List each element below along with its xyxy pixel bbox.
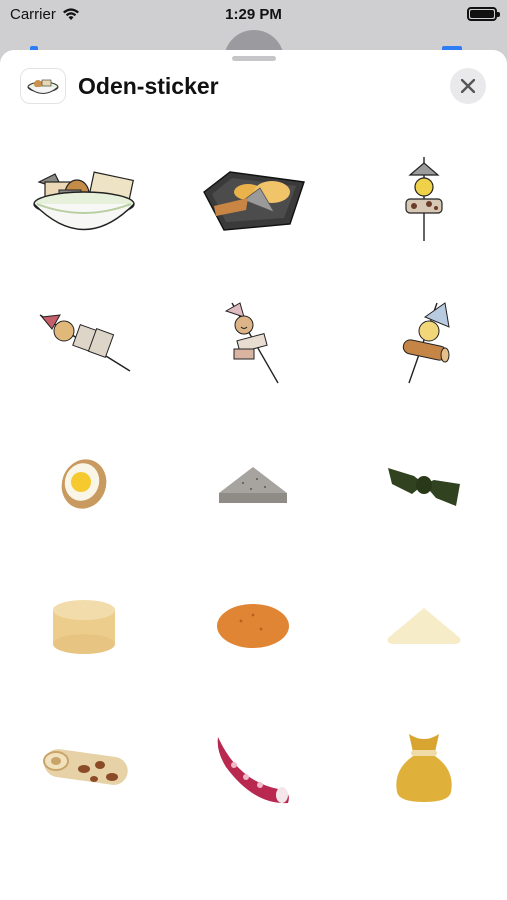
hanpen-icon — [387, 608, 461, 644]
sticker-tray-of-oden[interactable] — [193, 140, 313, 260]
skewer-konnyaku-egg-icon — [405, 157, 443, 241]
sheet-header: Oden-sticker — [20, 68, 219, 104]
kinchaku-pouch-icon — [396, 734, 452, 802]
sticker-sheet: Oden-sticker — [0, 50, 507, 900]
sheet-grabber[interactable] — [232, 56, 276, 61]
app-icon — [20, 68, 66, 104]
skewer-mixed-icon — [39, 314, 131, 372]
sticker-row — [0, 140, 507, 282]
close-icon — [461, 79, 475, 93]
sticker-konnyaku-triangle[interactable] — [193, 424, 313, 544]
sticker-bowl-of-oden[interactable] — [24, 140, 144, 260]
konnyaku-triangle-icon — [219, 467, 287, 503]
sticker-skewer-smiley[interactable] — [193, 282, 313, 402]
sticker-skewer-chikuwa[interactable] — [364, 282, 484, 402]
sticker-daikon[interactable] — [24, 566, 144, 686]
fried-fishcake-icon — [217, 604, 289, 648]
sticker-skewer-mixed[interactable] — [24, 282, 144, 402]
status-bar: Carrier 1:29 PM — [0, 0, 507, 28]
carrier-label: Carrier — [10, 5, 56, 23]
sheet-title: Oden-sticker — [78, 72, 219, 99]
octopus-tentacle-icon — [217, 737, 289, 804]
sticker-row — [0, 424, 507, 566]
sticker-kinchaku-pouch[interactable] — [364, 708, 484, 828]
sticker-grid — [0, 140, 507, 850]
skewer-smiley-icon — [224, 302, 279, 384]
bowl-of-oden-icon — [33, 171, 135, 231]
daikon-icon — [53, 600, 115, 654]
chikuwa-icon — [43, 749, 128, 785]
wifi-icon — [62, 8, 79, 20]
sticker-row — [0, 708, 507, 850]
sticker-octopus-tentacle[interactable] — [193, 708, 313, 828]
sticker-skewer-konnyaku-egg[interactable] — [364, 140, 484, 260]
sticker-row — [0, 566, 507, 708]
boiled-egg-icon — [61, 459, 107, 509]
tray-of-oden-icon — [203, 171, 305, 231]
sticker-boiled-egg[interactable] — [24, 424, 144, 544]
skewer-chikuwa-icon — [402, 302, 450, 384]
close-button[interactable] — [450, 68, 486, 104]
sticker-hanpen[interactable] — [364, 566, 484, 686]
sticker-row — [0, 282, 507, 424]
battery-fill — [470, 10, 494, 18]
kelp-knot-icon — [388, 468, 460, 506]
oden-bowl-icon — [27, 79, 59, 94]
status-left: Carrier — [10, 6, 80, 23]
sticker-kelp-knot[interactable] — [364, 424, 484, 544]
sticker-fried-fishcake[interactable] — [193, 566, 313, 686]
sticker-chikuwa[interactable] — [24, 708, 144, 828]
battery-icon — [467, 7, 500, 21]
